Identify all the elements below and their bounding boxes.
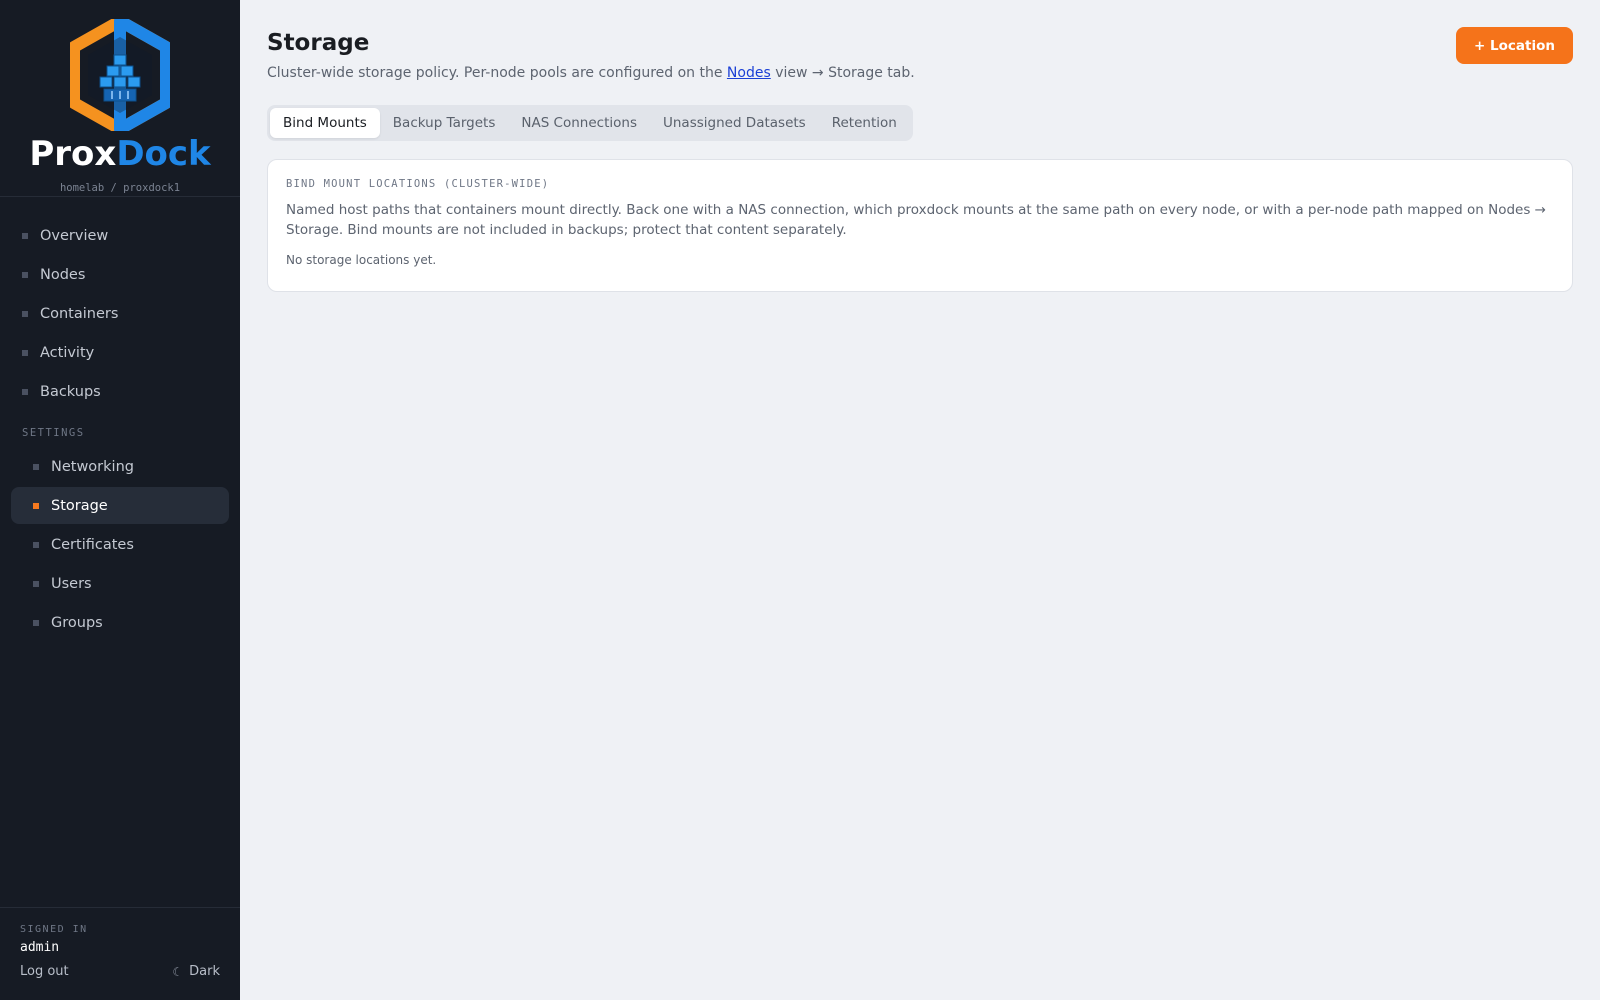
bullet-icon — [33, 580, 39, 587]
moon-icon: ☾ — [172, 964, 184, 979]
add-location-button[interactable]: + Location — [1456, 27, 1573, 64]
cluster-path: homelab / proxdock1 — [59, 182, 181, 194]
bullet-icon — [22, 310, 28, 317]
nav-item-nodes[interactable]: Nodes — [11, 256, 229, 293]
nav-item-label: Containers — [40, 305, 119, 322]
sidebar: ProxDock homelab / proxdock1 Overview No… — [0, 0, 240, 1000]
logout-link[interactable]: Log out — [20, 964, 69, 979]
bullet-icon — [33, 502, 39, 509]
nav-item-networking[interactable]: Networking — [11, 448, 229, 485]
storage-tabs: Bind Mounts Backup Targets NAS Connectio… — [267, 105, 913, 141]
page-title: Storage — [267, 30, 370, 56]
nav-item-certificates[interactable]: Certificates — [11, 526, 229, 563]
settings-section-label: SETTINGS — [22, 427, 85, 439]
tab-bind-mounts[interactable]: Bind Mounts — [270, 108, 380, 138]
brand-wordmark: ProxDock — [29, 134, 211, 174]
nav-item-backups[interactable]: Backups — [11, 373, 229, 410]
nav-item-label: Certificates — [51, 536, 134, 553]
nav-item-label: Overview — [40, 227, 109, 244]
nodes-link[interactable]: Nodes — [727, 65, 771, 81]
page-subtitle: Cluster-wide storage policy. Per-node po… — [267, 65, 915, 81]
bullet-icon — [33, 541, 39, 548]
nav-item-groups[interactable]: Groups — [11, 604, 229, 641]
card-description: Named host paths that containers mount d… — [286, 202, 1546, 238]
theme-toggle-label: Dark — [189, 964, 220, 979]
card-heading: BIND MOUNT LOCATIONS (CLUSTER-WIDE) — [286, 178, 550, 190]
signed-in-label: SIGNED IN — [20, 924, 88, 935]
brand: ProxDock homelab / proxdock1 — [0, 0, 240, 197]
bind-mounts-card: BIND MOUNT LOCATIONS (CLUSTER-WIDE) Name… — [267, 159, 1573, 292]
proxdock-logo-icon — [70, 19, 170, 131]
tab-retention[interactable]: Retention — [819, 108, 910, 138]
nav-item-users[interactable]: Users — [11, 565, 229, 602]
theme-toggle[interactable]: ☾ Dark — [172, 964, 220, 979]
signed-in-user: admin — [20, 940, 60, 955]
footer-actions: Log out ☾ Dark — [20, 964, 220, 979]
nav-item-overview[interactable]: Overview — [11, 217, 229, 254]
nav-item-label: Users — [51, 575, 92, 592]
nav-item-activity[interactable]: Activity — [11, 334, 229, 371]
nav-item-label: Activity — [40, 344, 95, 361]
nav-item-storage[interactable]: Storage — [11, 487, 229, 524]
nav-item-containers[interactable]: Containers — [11, 295, 229, 332]
bullet-icon — [22, 232, 28, 239]
bullet-icon — [33, 463, 39, 470]
main-nav: Overview Nodes Containers Activity Backu… — [0, 197, 240, 641]
main-content: Storage Cluster-wide storage policy. Per… — [240, 0, 1600, 1000]
tab-nas-connections[interactable]: NAS Connections — [508, 108, 650, 138]
bullet-icon — [33, 619, 39, 626]
nav-item-label: Groups — [51, 614, 103, 631]
empty-state: No storage locations yet. — [286, 253, 437, 267]
nav-item-label: Backups — [40, 383, 101, 400]
bullet-icon — [22, 388, 28, 395]
tab-backup-targets[interactable]: Backup Targets — [380, 108, 509, 138]
nav-item-label: Networking — [51, 458, 134, 475]
tab-unassigned-datasets[interactable]: Unassigned Datasets — [650, 108, 819, 138]
nav-item-label: Storage — [51, 497, 108, 514]
bullet-icon — [22, 349, 28, 356]
nav-item-label: Nodes — [40, 266, 86, 283]
bullet-icon — [22, 271, 28, 278]
sidebar-footer: SIGNED IN admin Log out ☾ Dark — [0, 907, 240, 1000]
